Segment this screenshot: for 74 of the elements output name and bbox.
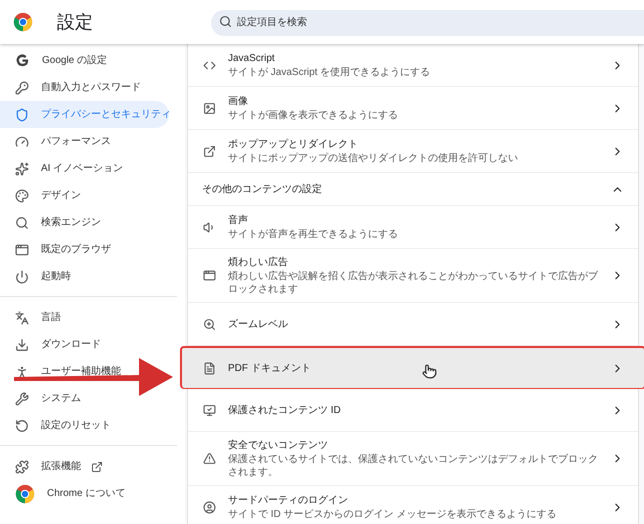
google-g-icon [15, 53, 30, 68]
settings-row[interactable]: ポップアップとリダイレクト サイトにポップアップの送信やリダイレクトの使用を許可しない [188, 130, 638, 173]
code-icon [203, 58, 216, 72]
setting-description: 保護されているサイトでは、保護されていないコンテンツはデフォルトでブロックされます。 [228, 453, 599, 479]
wrench-icon [15, 392, 29, 406]
hand-cursor-icon [422, 364, 437, 379]
sidebar-item[interactable]: Google の設定 [0, 47, 169, 74]
setting-description: サイトが JavaScript を使用できるようにする [228, 66, 432, 79]
settings-row[interactable]: JavaScript サイトが JavaScript を使用できるようにする [188, 44, 638, 87]
search-field[interactable]: 設定項目を検索 [211, 10, 644, 36]
search-icon [219, 15, 232, 28]
key-icon [15, 80, 29, 94]
page-title: 設定 [57, 10, 93, 34]
sidebar-item[interactable]: プライバシーとセキュリティ [0, 101, 169, 128]
document-icon [203, 362, 216, 374]
window-icon [15, 242, 29, 256]
sidebar-item[interactable]: 言語 [0, 304, 169, 331]
sidebar-item[interactable]: ユーザー補助機能 [0, 358, 169, 385]
power-icon [15, 270, 29, 284]
setting-title: サードパーティのログイン [228, 494, 348, 508]
setting-title: PDF ドキュメント [228, 362, 311, 376]
sidebar-item[interactable]: 拡張機能 [0, 453, 177, 480]
monitor-check-icon [203, 404, 216, 416]
setting-description: サイトにポップアップの送信やリダイレクトの使用を許可しない [228, 152, 519, 165]
reset-icon [15, 418, 29, 432]
image-icon [203, 102, 216, 114]
shield-icon [15, 108, 29, 122]
sidebar-item[interactable]: Chrome について [0, 480, 177, 507]
sidebar-item[interactable]: 既定のブラウザ [0, 236, 169, 263]
sidebar-item[interactable]: パフォーマンス [0, 128, 169, 155]
palette-icon [15, 188, 29, 202]
chrome-logo-icon [15, 484, 35, 504]
setting-title: 煩わしい広告 [228, 256, 288, 270]
sidebar-item[interactable]: AI イノベーション [0, 155, 169, 182]
setting-description: 煩わしい広告や誤解を招く広告が表示されることがわかっているサイトで広告がブロックされます [228, 270, 599, 296]
search-icon [15, 216, 29, 230]
setting-description: サイトが音声を再生できるようにする [228, 228, 399, 241]
window-icon [203, 269, 216, 282]
setting-title: 保護されたコンテンツ ID [228, 404, 341, 418]
sidebar-item[interactable]: デザイン [0, 182, 169, 209]
settings-row[interactable]: 安全でないコンテンツ 保護されているサイトでは、保護されていないコンテンツはデフォルトでブロックされます。 [188, 432, 638, 486]
setting-title: 安全でないコンテンツ [228, 438, 328, 453]
gauge-icon [15, 134, 29, 148]
chrome-logo-icon [13, 12, 33, 32]
setting-title: ポップアップとリダイレクト [228, 138, 358, 152]
settings-row[interactable]: PDF ドキュメント [180, 346, 644, 389]
sparkles-icon [15, 162, 29, 176]
sidebar-item[interactable]: 自動入力とパスワード [0, 74, 169, 101]
sidebar-item[interactable]: ダウンロード [0, 331, 169, 358]
person-icon [15, 364, 29, 378]
setting-title: 画像 [228, 95, 248, 109]
speaker-icon [203, 220, 216, 234]
setting-title: JavaScript [228, 52, 275, 66]
setting-title: 音声 [228, 214, 248, 228]
setting-description: サイトで ID サービスからのログイン メッセージを表示できるようにする [228, 508, 558, 521]
section-heading: その他のコンテンツの設定 [202, 182, 323, 196]
zoom-icon [203, 318, 216, 330]
language-icon [15, 310, 29, 324]
user-circle-icon [203, 500, 216, 514]
puzzle-icon [15, 460, 29, 474]
setting-title: ズームレベル [228, 318, 288, 332]
external-link-icon [203, 144, 216, 158]
warning-icon [203, 452, 216, 465]
settings-row[interactable]: 音声 サイトが音声を再生できるようにする [188, 206, 638, 249]
sidebar-item[interactable]: システム [0, 385, 169, 412]
sidebar-item[interactable]: 起動時 [0, 263, 169, 290]
settings-row[interactable]: 煩わしい広告 煩わしい広告や誤解を招く広告が表示されることがわかっているサイトで広告がブロックされます [188, 249, 638, 303]
setting-description: サイトが画像を表示できるようにする [228, 109, 399, 122]
sidebar-item[interactable]: 検索エンジン [0, 209, 169, 236]
settings-row[interactable]: サードパーティのログイン サイトで ID サービスからのログイン メッセージを表示できるようにする [188, 486, 638, 524]
settings-row[interactable]: 保護されたコンテンツ ID [188, 389, 638, 432]
download-icon [15, 338, 29, 352]
settings-row[interactable]: 画像 サイトが画像を表示できるようにする [188, 87, 638, 130]
sidebar-item[interactable]: 設定のリセット [0, 412, 169, 439]
